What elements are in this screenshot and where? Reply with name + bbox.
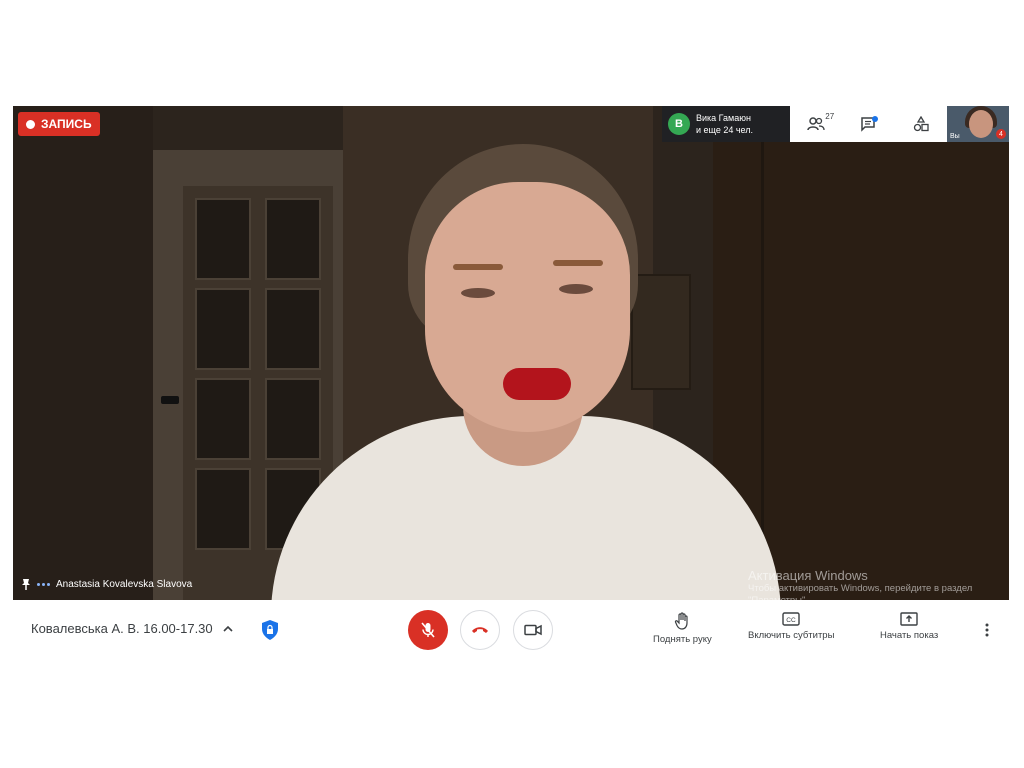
present-label: Начать показ — [880, 630, 939, 641]
video-background — [265, 378, 321, 460]
avatar: В — [668, 113, 690, 135]
video-background — [195, 468, 251, 550]
video-background — [195, 198, 251, 280]
captions-button[interactable]: CC Включить субтитры — [748, 612, 834, 641]
speaker-figure — [453, 264, 503, 270]
pin-icon[interactable] — [21, 578, 31, 590]
present-icon — [900, 612, 918, 626]
video-background — [13, 106, 153, 600]
meeting-details-button[interactable]: Ковалевська А. В. 16.00-17.30 — [31, 621, 233, 636]
recording-dot-icon — [26, 119, 35, 129]
speaker-figure — [559, 284, 593, 294]
participants-chip[interactable]: В Вика Гамаюн и еще 24 чел. — [662, 106, 790, 142]
meet-window: ЗАПИСЬ В Вика Гамаюн и еще 24 чел. 27 Вы… — [13, 106, 1009, 667]
self-view-figure — [969, 110, 993, 138]
more-options-icon[interactable] — [979, 622, 995, 638]
bottom-control-bar: Ковалевська А. В. 16.00-17.30 Поднять ру… — [13, 600, 1009, 667]
video-background — [265, 198, 321, 280]
self-view-thumbnail[interactable]: Вы 4 — [947, 106, 1009, 142]
participants-chip-line1: Вика Гамаюн — [696, 113, 751, 123]
windows-activation-watermark: Активация Windows Чтобы активировать Win… — [748, 568, 988, 600]
top-toolbar: В Вика Гамаюн и еще 24 чел. 27 Вы 4 — [662, 106, 1009, 142]
speaker-name-tag: Anastasia Kovalevska Slavova — [21, 578, 192, 590]
participants-chip-text: Вика Гамаюн и еще 24 чел. — [696, 112, 753, 136]
main-video: ЗАПИСЬ В Вика Гамаюн и еще 24 чел. 27 Вы… — [13, 106, 1009, 600]
video-background — [161, 396, 179, 404]
chat-notification-dot — [872, 116, 879, 122]
windows-activation-subtitle: Чтобы активировать Windows, перейдите в … — [748, 583, 973, 600]
video-background — [195, 378, 251, 460]
camera-toggle-button[interactable] — [513, 610, 553, 650]
people-count: 27 — [825, 112, 835, 121]
speaker-name: Anastasia Kovalevska Slavova — [56, 578, 193, 590]
chevron-up-icon — [223, 625, 233, 632]
captions-label: Включить субтитры — [748, 630, 835, 641]
video-background — [195, 288, 251, 370]
hand-icon — [675, 612, 688, 630]
captions-icon: CC — [782, 612, 800, 626]
recording-badge: ЗАПИСЬ — [18, 112, 100, 136]
raise-hand-button[interactable]: Поднять руку — [653, 612, 712, 645]
meeting-title: Ковалевська А. В. 16.00-17.30 — [31, 621, 213, 636]
top-icons-group: 27 — [790, 106, 947, 142]
video-background — [631, 274, 691, 390]
participants-chip-line2: и еще 24 чел. — [696, 125, 754, 135]
activities-icon — [913, 116, 929, 132]
microphone-toggle-button[interactable] — [408, 610, 448, 650]
speaker-figure — [461, 288, 495, 298]
self-view-badge: 4 — [996, 129, 1006, 139]
people-button[interactable]: 27 — [804, 112, 834, 136]
shield-icon[interactable] — [260, 619, 280, 641]
svg-text:CC: CC — [787, 617, 797, 624]
people-icon — [807, 117, 825, 131]
raise-hand-label: Поднять руку — [653, 634, 712, 645]
self-view-label: Вы — [950, 133, 960, 140]
windows-activation-title: Активация Windows — [748, 568, 868, 583]
hang-up-icon — [472, 627, 488, 633]
leave-call-button[interactable] — [460, 610, 500, 650]
speaker-figure — [553, 260, 603, 266]
audio-level-icon — [37, 582, 50, 586]
speaker-figure — [503, 368, 571, 400]
camera-icon — [524, 624, 542, 636]
mic-off-icon — [421, 622, 435, 638]
recording-label: ЗАПИСЬ — [41, 117, 92, 131]
present-now-button[interactable]: Начать показ — [880, 612, 938, 641]
video-background — [265, 288, 321, 370]
chat-button[interactable] — [856, 112, 880, 136]
activities-button[interactable] — [909, 112, 933, 136]
